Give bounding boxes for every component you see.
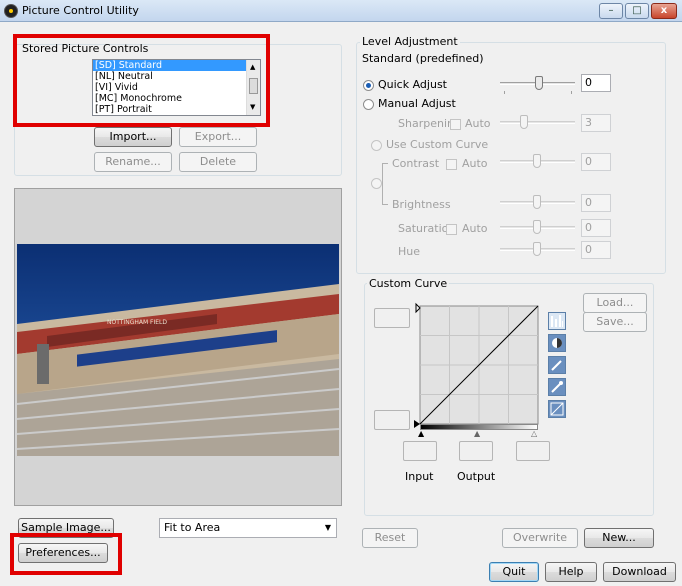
contrast-auto-checkbox[interactable] [446, 159, 457, 170]
preview-pane: NOTTINGHAM FIELD [14, 188, 342, 506]
nikon-app-icon [4, 4, 18, 18]
contrast-value[interactable]: 0 [581, 153, 611, 171]
black-eyedropper-icon[interactable] [548, 356, 566, 374]
delete-button[interactable]: Delete [179, 152, 257, 172]
brightness-thumb[interactable] [533, 195, 541, 209]
linked-adjust-radio[interactable] [371, 178, 382, 189]
output-min-field[interactable] [374, 410, 410, 430]
new-button[interactable]: New... [584, 528, 654, 548]
overwrite-button[interactable]: Overwrite [502, 528, 578, 548]
custom-curve-label: Custom Curve [367, 277, 450, 290]
highlight-box-stored [13, 34, 270, 127]
saturation-auto-checkbox[interactable] [446, 224, 457, 235]
reset-button[interactable]: Reset [362, 528, 418, 548]
contrast-auto-label: Auto [462, 157, 488, 170]
sharpening-auto-label: Auto [465, 117, 491, 130]
gamma-slider[interactable]: ▲ [474, 429, 480, 438]
quick-adjust-value[interactable]: 0 [581, 74, 611, 92]
saturation-value[interactable]: 0 [581, 219, 611, 237]
chevron-down-icon: ▼ [324, 523, 331, 532]
fit-select-value: Fit to Area [164, 521, 221, 534]
window-title: Picture Control Utility [22, 4, 139, 17]
rename-button[interactable]: Rename... [94, 152, 172, 172]
manual-adjust-label: Manual Adjust [378, 97, 456, 110]
saturation-thumb[interactable] [533, 220, 541, 234]
preview-photo: NOTTINGHAM FIELD [17, 244, 339, 456]
use-custom-curve-label: Use Custom Curve [386, 138, 489, 151]
input-label: Input [405, 470, 434, 483]
download-button[interactable]: Download [603, 562, 676, 582]
highlight-box-preferences [10, 533, 122, 575]
sharpening-auto-checkbox[interactable] [450, 119, 461, 130]
tick-mark [571, 91, 572, 94]
maximize-button[interactable]: □ [625, 3, 649, 19]
load-curve-button[interactable]: Load... [583, 293, 647, 313]
level-adjustment-label: Level Adjustment [360, 35, 460, 48]
use-custom-curve-radio[interactable] [371, 140, 382, 151]
import-button[interactable]: Import... [94, 127, 172, 147]
scoreboard-text: NOTTINGHAM FIELD [107, 319, 167, 326]
white-point-slider[interactable]: △ [531, 429, 537, 438]
help-button[interactable]: Help [545, 562, 597, 582]
sharpening-value[interactable]: 3 [581, 114, 611, 132]
hue-label: Hue [398, 245, 421, 258]
black-point-slider[interactable]: ▲ [418, 429, 424, 438]
output-max-field[interactable] [374, 308, 410, 328]
sharpening-track[interactable] [500, 121, 575, 124]
contrast-label: Contrast [392, 157, 440, 170]
quit-button[interactable]: Quit [489, 562, 539, 582]
quick-adjust-thumb[interactable] [535, 76, 543, 90]
export-button[interactable]: Export... [179, 127, 257, 147]
hue-value[interactable]: 0 [581, 241, 611, 259]
reset-curve-icon[interactable] [548, 400, 566, 418]
brightness-value[interactable]: 0 [581, 194, 611, 212]
input-field[interactable] [403, 441, 437, 461]
quick-adjust-label: Quick Adjust [378, 78, 447, 91]
histogram-icon[interactable] [548, 312, 566, 330]
channel-icon[interactable] [548, 334, 566, 352]
extra-field[interactable] [516, 441, 550, 461]
manual-adjust-radio[interactable] [363, 99, 374, 110]
saturation-auto-label: Auto [462, 222, 488, 235]
close-button[interactable]: x [651, 3, 677, 19]
output-field[interactable] [459, 441, 493, 461]
preset-name: Standard (predefined) [362, 52, 484, 65]
quick-adjust-radio[interactable] [363, 80, 374, 91]
save-curve-button[interactable]: Save... [583, 312, 647, 332]
output-label: Output [457, 470, 496, 483]
contrast-thumb[interactable] [533, 154, 541, 168]
minimize-button[interactable]: – [599, 3, 623, 19]
tick-mark [504, 91, 505, 94]
hue-thumb[interactable] [533, 242, 541, 256]
brightness-label: Brightness [392, 198, 451, 211]
fit-select[interactable]: Fit to Area ▼ [159, 518, 337, 538]
white-eyedropper-icon[interactable] [548, 378, 566, 396]
bracket-line [382, 163, 388, 205]
curve-graph[interactable] [414, 302, 544, 432]
sharpening-thumb[interactable] [520, 115, 528, 129]
title-bar: Picture Control Utility – □ x [0, 0, 682, 22]
